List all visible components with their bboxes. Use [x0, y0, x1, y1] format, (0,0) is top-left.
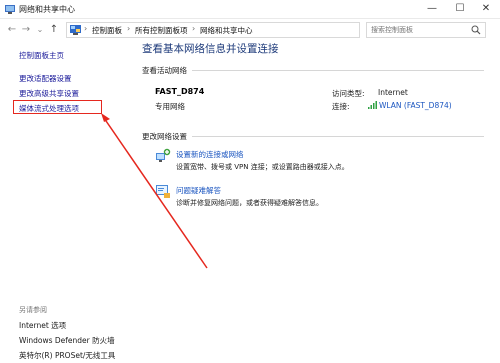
breadcrumb-separator: ›: [127, 24, 131, 33]
sidebar-item-advanced-sharing[interactable]: 更改高级共享设置: [19, 88, 79, 99]
see-also-internet-options[interactable]: Internet 选项: [19, 320, 66, 331]
back-button[interactable]: ←: [6, 23, 18, 36]
section-divider: [192, 136, 484, 137]
maximize-button[interactable]: ☐: [446, 0, 474, 19]
sidebar-item-adapter-settings[interactable]: 更改适配器设置: [19, 73, 72, 84]
troubleshoot-desc: 诊断并修复网络问题，或者获得疑难解答信息。: [176, 199, 323, 207]
change-settings-label: 更改网络设置: [142, 132, 187, 141]
network-center-icon: [5, 5, 15, 14]
connection-link[interactable]: WLAN (FAST_D874): [368, 101, 452, 110]
wifi-signal-icon: [368, 101, 377, 109]
new-connection-icon: [156, 148, 171, 162]
breadcrumb-control-panel[interactable]: 控制面板: [92, 25, 122, 36]
breadcrumb-all-items[interactable]: 所有控制面板项: [135, 25, 188, 36]
search-icon[interactable]: [471, 25, 481, 35]
setup-new-connection-desc: 设置宽带、拨号或 VPN 连接；或设置路由器或接入点。: [176, 163, 349, 171]
sidebar: 控制面板主页 更改适配器设置 更改高级共享设置 媒体流式处理选项 另请参阅 In…: [0, 41, 115, 363]
see-also-heading: 另请参阅: [19, 306, 47, 314]
network-name: FAST_D874: [155, 87, 205, 96]
title-bar: 网络和共享中心 — ☐ ✕: [0, 0, 500, 19]
control-panel-icon: [70, 25, 81, 35]
address-bar: ← → ⌄ ↑ › 控制面板 › 所有控制面板项 › 网络和共享中心 ⌄ ↻: [0, 19, 500, 41]
search-box[interactable]: [366, 22, 486, 38]
troubleshoot-link[interactable]: 问题疑难解答: [176, 185, 221, 196]
page-title: 查看基本网络信息并设置连接: [142, 43, 279, 55]
network-type: 专用网络: [155, 102, 185, 111]
close-button[interactable]: ✕: [472, 0, 500, 19]
access-type-value: Internet: [378, 88, 408, 97]
up-button[interactable]: ↑: [48, 23, 60, 36]
minimize-button[interactable]: —: [418, 0, 446, 19]
see-also-intel-proset[interactable]: 英特尔(R) PROSet/无线工具: [19, 350, 115, 361]
address-box[interactable]: › 控制面板 › 所有控制面板项 › 网络和共享中心 ⌄ ↻: [66, 22, 416, 38]
recent-locations-button[interactable]: ⌄: [34, 23, 46, 36]
forward-button[interactable]: →: [20, 23, 32, 36]
breadcrumb-separator: ›: [192, 24, 196, 33]
sidebar-item-control-panel-home[interactable]: 控制面板主页: [19, 50, 64, 61]
breadcrumb-separator: ›: [84, 24, 88, 33]
search-input[interactable]: [371, 25, 467, 35]
window-title: 网络和共享中心: [19, 5, 75, 14]
connection-label: 连接:: [332, 102, 350, 111]
see-also-defender-firewall[interactable]: Windows Defender 防火墙: [19, 335, 115, 346]
troubleshoot-icon: [156, 185, 170, 198]
setup-new-connection-link[interactable]: 设置新的连接或网络: [176, 149, 244, 160]
annotation-highlight-box: [13, 100, 102, 114]
breadcrumb-network-center[interactable]: 网络和共享中心: [200, 25, 253, 36]
active-networks-label: 查看活动网络: [142, 66, 187, 75]
connection-value: WLAN (FAST_D874): [379, 101, 452, 110]
access-type-label: 访问类型:: [332, 89, 365, 98]
section-divider: [192, 70, 484, 71]
